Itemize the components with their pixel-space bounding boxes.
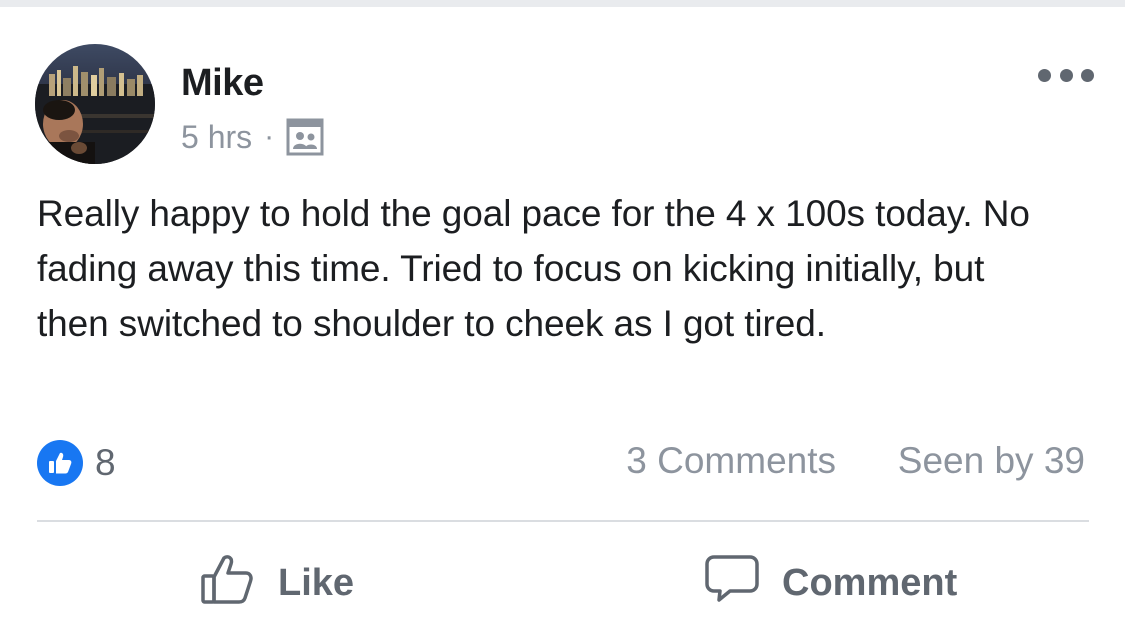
author-avatar[interactable]	[35, 44, 155, 164]
comment-button[interactable]: Comment	[704, 548, 957, 618]
reactions-summary[interactable]: 8	[37, 440, 116, 486]
avatar-photo	[35, 66, 155, 164]
more-dot-icon	[1081, 68, 1094, 82]
more-dot-icon	[1038, 68, 1051, 82]
meta-separator: ·	[264, 120, 275, 153]
post-timestamp[interactable]: 5 hrs	[181, 119, 252, 156]
seen-by-count[interactable]: Seen by 39	[898, 440, 1085, 482]
like-button-label: Like	[278, 561, 355, 604]
group-audience-icon	[286, 118, 324, 156]
post-meta: 5 hrs ·	[181, 118, 324, 156]
actions-divider	[37, 520, 1089, 522]
reaction-count: 8	[95, 442, 116, 483]
comments-count-link[interactable]: 3 Comments	[626, 440, 836, 482]
author-name[interactable]: Mike	[181, 62, 264, 105]
more-options-button[interactable]	[1038, 60, 1094, 90]
top-separator	[0, 0, 1125, 7]
more-dot-icon	[1059, 68, 1073, 82]
post-body-text: Really happy to hold the goal pace for t…	[37, 193, 1030, 344]
like-reaction-icon	[37, 440, 83, 486]
like-button[interactable]: Like	[200, 548, 354, 618]
thumbs-up-icon	[200, 550, 256, 616]
speech-bubble-icon	[704, 550, 760, 616]
comment-button-label: Comment	[782, 561, 958, 604]
